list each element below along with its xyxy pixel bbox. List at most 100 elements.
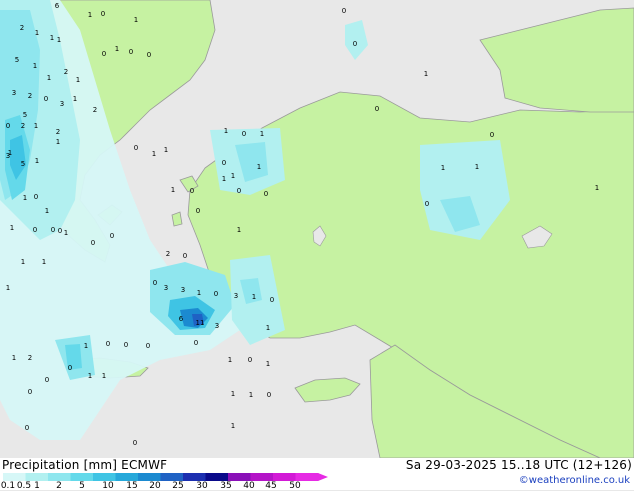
map-value-label: 0 (222, 159, 226, 167)
map-value-label: 3 (181, 286, 185, 294)
map-value-label: 1 (6, 284, 10, 292)
map-value-label: 1 (115, 45, 119, 53)
map-value-label: 0 (68, 364, 72, 372)
map-value-label: 1 (266, 324, 270, 332)
map-value-label: 3 (60, 100, 64, 108)
legend-swatch (48, 473, 71, 481)
legend-swatch (70, 473, 94, 481)
map-value-label: 0 (153, 279, 157, 287)
map-value-label: 1 (47, 74, 51, 82)
map-value-label: 3 (215, 322, 219, 330)
map-value-label: 5 (23, 111, 27, 119)
map-value-label: 1 (33, 62, 37, 70)
map-valid-time: Sa 29-03-2025 15..18 UTC (12+126) (405, 458, 632, 472)
map-value-label: 0 (102, 50, 106, 58)
map-value-label: 1 (249, 391, 253, 399)
legend-swatch (3, 473, 26, 481)
map-value-label: 0 (44, 95, 48, 103)
map-value-label: 2 (166, 250, 170, 258)
map-value-label: 0 (133, 439, 137, 447)
map-value-label: 2 (64, 68, 68, 76)
map-value-label: 1 (34, 122, 38, 130)
map-value-label: 0 (194, 339, 198, 347)
legend-arrow (318, 473, 328, 481)
map-value-label: 0 (267, 391, 271, 399)
map-value-label: 0 (242, 130, 246, 138)
map-value-label: 1 (45, 207, 49, 215)
map-value-label: 0 (25, 424, 29, 432)
map-value-label: 1 (595, 184, 599, 192)
map-value-label: 1 (197, 289, 201, 297)
credit-link[interactable]: ©weatheronline.co.uk (519, 475, 630, 486)
map-value-label: 1 (164, 146, 168, 154)
map-value-label: 0 (342, 7, 346, 15)
map-value-label: 1 (260, 130, 264, 138)
map-value-label: 1 (10, 224, 14, 232)
map-value-label: 0 (264, 190, 268, 198)
map-value-label: 1 (84, 342, 88, 350)
map-value-label: 2 (56, 128, 60, 136)
map-value-label: 0 (28, 388, 32, 396)
legend-swatch (228, 473, 251, 481)
precipitation-map: 6121101511213 21051231201 0 00 215 111 01030 11… (0, 0, 634, 458)
map-value-label: 1 (222, 175, 226, 183)
map-value-label: 1 (50, 34, 54, 42)
map-value-label: 1 (88, 11, 92, 19)
map-value-label: 0 (101, 10, 105, 18)
map-value-label: 1 (424, 70, 428, 78)
map-value-label: 1 (73, 95, 77, 103)
map-value-label: 0 (91, 239, 95, 247)
legend-swatch (25, 473, 49, 481)
map-value-label: 1 (266, 360, 270, 368)
map-value-label: 1 (228, 356, 232, 364)
map-value-label: 0 (214, 290, 218, 298)
map-value-label: 0 (6, 122, 10, 130)
map-value-label: 2 (21, 122, 25, 130)
legend-swatch (273, 473, 296, 481)
map-value-label: 3 (6, 152, 10, 160)
legend-swatch (138, 473, 161, 481)
map-value-label: 1 (88, 372, 92, 380)
map-value-label: 0 (58, 227, 62, 235)
map-value-label: 1 (12, 354, 16, 362)
map-value-label: 0 (33, 226, 37, 234)
map-value-label: 2 (93, 106, 97, 114)
map-value-label: 5 (15, 56, 19, 64)
legend-swatch (250, 473, 274, 481)
legend-swatch (160, 473, 184, 481)
map-footer: Precipitation [mm] ECMWF Sa 29-03-2025 1… (0, 458, 634, 491)
map-value-label: 0 (134, 144, 138, 152)
map-value-label: 0 (106, 340, 110, 348)
map-value-label: 1 (134, 16, 138, 24)
legend-swatch (183, 473, 206, 481)
map-value-label: 11 (196, 319, 205, 327)
map-value-label: 3 (234, 292, 238, 300)
map-value-label: 1 (231, 172, 235, 180)
legend-color-bar (3, 473, 328, 481)
map-value-label: 1 (257, 163, 261, 171)
map-value-label: 1 (35, 157, 39, 165)
map-value-label: 1 (237, 226, 241, 234)
map-value-label: 0 (490, 131, 494, 139)
map-value-label: 1 (56, 138, 60, 146)
map-value-label: 0 (183, 252, 187, 260)
map-value-label: 1 (35, 29, 39, 37)
map-value-label: 0 (147, 51, 151, 59)
map-value-label: 0 (425, 200, 429, 208)
map-value-label: 1 (252, 293, 256, 301)
map-value-label: 1 (21, 258, 25, 266)
map-value-label: 0 (34, 193, 38, 201)
map-value-label: 3 (164, 284, 168, 292)
map-value-label: 1 (475, 163, 479, 171)
map-value-label: 1 (441, 164, 445, 172)
map-value-label: 5 (21, 160, 25, 168)
map-value-label: 6 (179, 315, 184, 323)
legend-swatch (93, 473, 116, 481)
map-value-label: 1 (23, 194, 27, 202)
map-value-label: 1 (42, 258, 46, 266)
map-value-label: 0 (375, 105, 379, 113)
map-value-label: 1 (171, 186, 175, 194)
map-value-label: 1 (76, 76, 80, 84)
map-value-label: 1 (152, 150, 156, 158)
map-value-label: 2 (28, 92, 32, 100)
